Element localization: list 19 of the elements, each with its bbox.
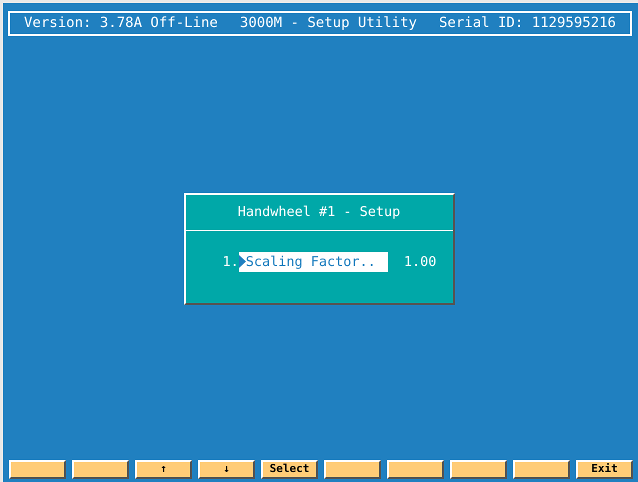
function-key[interactable]: ↑ xyxy=(135,460,192,479)
function-key[interactable]: Select xyxy=(261,460,318,479)
blank-function-key[interactable] xyxy=(450,460,507,479)
version-text: Version: 3.78A Off-Line xyxy=(24,14,218,33)
function-key[interactable]: Exit xyxy=(576,460,633,479)
blank-function-key[interactable] xyxy=(324,460,381,479)
blank-function-key[interactable] xyxy=(387,460,444,479)
item-label: Scaling Factor.. xyxy=(246,252,376,272)
blank-function-key[interactable] xyxy=(72,460,129,479)
app-title: 3000M - Setup Utility xyxy=(240,14,417,33)
dialog-title: Handwheel #1 - Setup xyxy=(238,202,400,222)
serial-id-text: Serial ID: 1129595216 xyxy=(438,14,616,33)
item-value: 1.00 xyxy=(404,252,436,272)
function-key[interactable]: ↓ xyxy=(198,460,255,479)
menu-item[interactable]: Scaling Factor.. xyxy=(238,252,388,272)
pointer-icon xyxy=(238,255,246,268)
item-number: 1. xyxy=(222,252,239,272)
blank-function-key[interactable] xyxy=(9,460,66,479)
blank-function-key[interactable] xyxy=(513,460,570,479)
